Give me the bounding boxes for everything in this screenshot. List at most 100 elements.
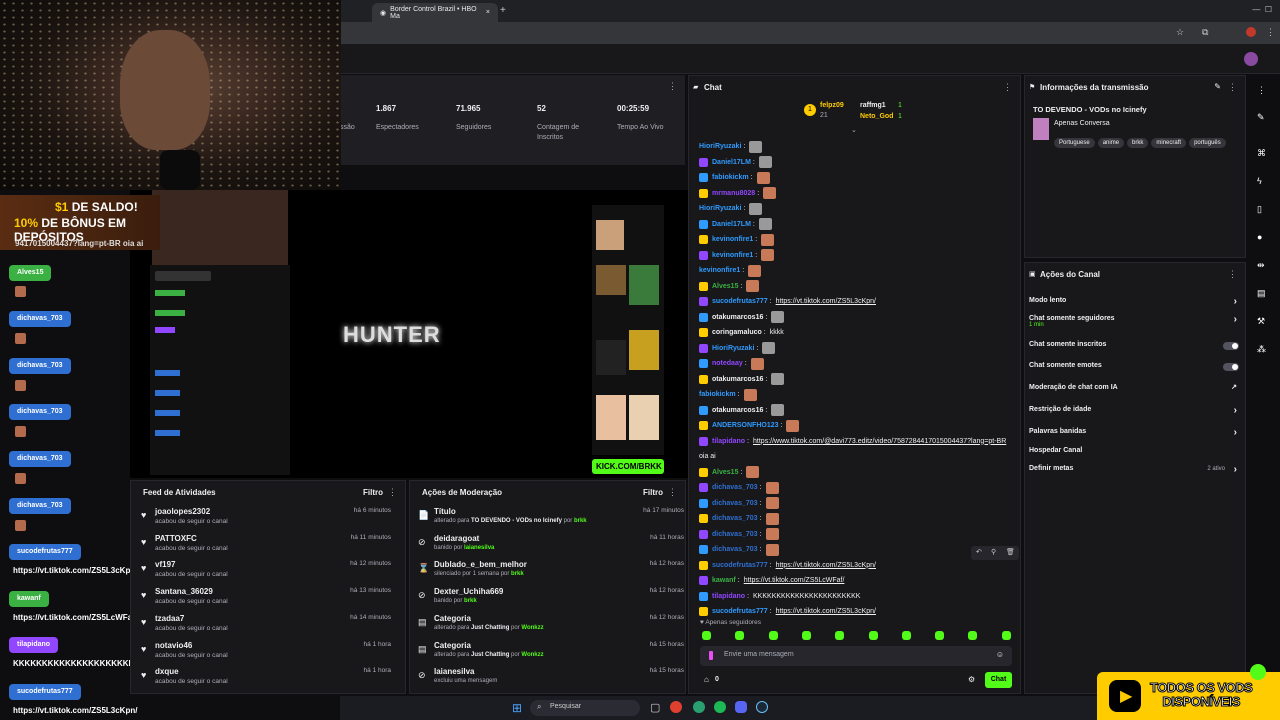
chat-message[interactable]: otakumarcos16: xyxy=(699,311,785,324)
chat-link[interactable]: https://vt.tiktok.com/ZS5L3cKpn/ xyxy=(776,298,876,305)
chat-username[interactable]: Daniel17LM xyxy=(712,221,751,228)
rail-layout-icon[interactable]: ▤ xyxy=(1257,288,1266,299)
chat-username[interactable]: fabiokickm xyxy=(699,391,736,398)
chat-username[interactable]: sucodefrutas777 xyxy=(712,608,768,615)
chat-message[interactable]: kevinonfire1: xyxy=(699,249,775,262)
activity-menu-icon[interactable]: ⋮ xyxy=(388,487,397,498)
rail-expand-icon[interactable]: ⇹ xyxy=(1257,260,1265,271)
spotify-icon[interactable] xyxy=(714,701,726,713)
discord-icon[interactable] xyxy=(735,701,747,713)
activity-filter-button[interactable]: Filtro xyxy=(363,488,383,497)
activity-feed-item[interactable]: ♥ tzadaa7 acabou de seguir o canal há 14 mi… xyxy=(141,614,391,640)
chat-username[interactable]: fabiokickm xyxy=(712,174,749,181)
profile-avatar[interactable] xyxy=(1246,27,1256,37)
chat-username[interactable]: HioriRyuzaki xyxy=(699,205,741,212)
emote-icon[interactable] xyxy=(835,631,845,640)
chat-message[interactable]: ANDERSONFHO123: xyxy=(699,419,800,432)
activity-feed-item[interactable]: ♥ notavio46 acabou de seguir o canal há 1 h… xyxy=(141,641,391,667)
gifter-name[interactable]: raffmg1 xyxy=(860,102,886,109)
chat-link[interactable]: https://www.tiktok.com/@davi773.editz/vi… xyxy=(753,438,1006,445)
toggle-switch[interactable] xyxy=(1223,363,1239,371)
taskbar-search[interactable]: ⌕ Pesquisar xyxy=(530,700,640,716)
mod-action-item[interactable]: 📄 Título alterado para TO DEVENDO - VODs n… xyxy=(418,507,684,533)
channel-action-row[interactable]: Restrição de idade › xyxy=(1029,405,1239,420)
stream-tag[interactable]: brkk xyxy=(1127,138,1149,148)
emote-icon[interactable] xyxy=(801,631,811,640)
chat-link[interactable]: https://vt.tiktok.com/ZS5L3cKpn/ xyxy=(776,562,876,569)
reply-icon[interactable]: ↶ xyxy=(976,548,982,556)
channel-action-row[interactable]: Modo lento › xyxy=(1029,296,1239,311)
emoji-icon[interactable]: ☺ xyxy=(996,650,1004,659)
rail-tools-icon[interactable]: ⌘ xyxy=(1257,148,1266,159)
stats-menu-icon[interactable]: ⋮ xyxy=(668,81,677,92)
rail-lightning-icon[interactable]: ϟ xyxy=(1257,176,1262,186)
chat-message[interactable]: kawanf: https://vt.tiktok.com/ZS5LcWFaf/ xyxy=(699,574,844,587)
chat-message[interactable]: fabiokickm: xyxy=(699,171,770,184)
chat-menu-icon[interactable]: ⋮ xyxy=(1003,82,1012,93)
chat-username[interactable]: tilapidano xyxy=(712,438,745,445)
chat-settings-icon[interactable]: ⚙ xyxy=(968,675,975,684)
stream-tag[interactable]: Portuguese xyxy=(1054,138,1095,148)
rail-pencil-icon[interactable]: ✎ xyxy=(1257,112,1265,123)
chat-username[interactable]: dichavas_703 xyxy=(712,515,758,522)
chat-username[interactable]: dichavas_703 xyxy=(712,546,758,553)
chat-username[interactable]: mrmanu8028 xyxy=(712,190,755,197)
chat-username[interactable]: kevinonfire1 xyxy=(712,252,753,259)
chat-link[interactable]: https://vt.tiktok.com/ZS5L3cKpn/ xyxy=(776,608,876,615)
chevron-down-icon[interactable]: ⌄ xyxy=(851,126,857,134)
menu-icon[interactable]: ⋮ xyxy=(1266,27,1275,38)
chat-message[interactable]: dichavas_703: xyxy=(699,512,779,525)
chat-message[interactable]: dichavas_703: xyxy=(699,481,779,494)
chat-username[interactable]: Alves15 xyxy=(712,283,738,290)
extensions-icon[interactable]: ⧉ xyxy=(1202,27,1208,38)
channel-action-row[interactable]: Hospedar Canal xyxy=(1029,447,1239,461)
chat-username[interactable]: ANDERSONFHO123 xyxy=(712,422,779,429)
activity-feed-item[interactable]: ♥ PATTOXFC acabou de seguir o canal há 11 m… xyxy=(141,534,391,560)
taskbar-app-icon[interactable]: ▢ xyxy=(650,701,660,714)
channel-actions-menu-icon[interactable]: ⋮ xyxy=(1228,269,1237,280)
emote-icon[interactable] xyxy=(735,631,745,640)
emote-icon[interactable] xyxy=(702,631,711,640)
window-controls[interactable]: — ☐ xyxy=(1252,5,1272,14)
mod-action-item[interactable]: ▤ Categoria alterado para Just Chatting po… xyxy=(418,614,684,640)
mod-action-item[interactable]: ⌛ Dublado_e_bem_melhor silenciado por 1 se… xyxy=(418,560,684,586)
chat-message[interactable]: sucodefrutas777: https://vt.tiktok.com/ZS… xyxy=(699,559,876,572)
mod-menu-icon[interactable]: ⋮ xyxy=(668,487,677,498)
activity-feed-item[interactable]: ♥ Santana_36029 acabou de seguir o canal há… xyxy=(141,587,391,613)
channel-action-row[interactable]: Definir metas 2 ativo › xyxy=(1029,464,1239,479)
chat-username[interactable]: tilapidano xyxy=(712,593,745,600)
chat-message[interactable]: sucodefrutas777: https://vt.tiktok.com/ZS… xyxy=(699,295,876,308)
edge-icon[interactable] xyxy=(693,701,705,713)
chat-message[interactable]: sucodefrutas777: https://vt.tiktok.com/ZS… xyxy=(699,605,876,618)
mod-action-item[interactable]: ⊘ laianesilva excluiu uma mensagem há 15 ho… xyxy=(418,667,684,693)
chat-message[interactable]: tilapidano: KKKKKKKKKKKKKKKKKKKKKKK xyxy=(699,590,860,603)
delete-icon[interactable]: 🗑 xyxy=(1006,548,1015,556)
mod-action-item[interactable]: ⊘ deidaragoat banido por laianesilva há 11 … xyxy=(418,534,684,560)
rail-document-icon[interactable]: ▯ xyxy=(1257,204,1262,215)
bookmark-star-icon[interactable]: ☆ xyxy=(1176,27,1184,38)
emote-icon[interactable] xyxy=(901,631,911,640)
chat-message[interactable]: Alves15: xyxy=(699,466,760,479)
rail-shapes-icon[interactable]: ⁂ xyxy=(1257,344,1266,355)
chat-message[interactable]: otakumarcos16: xyxy=(699,404,785,417)
chat-message[interactable]: dichavas_703: xyxy=(699,497,779,510)
chat-username[interactable]: dichavas_703 xyxy=(712,531,758,538)
chat-message[interactable]: Daniel17LM: xyxy=(699,156,772,169)
gifter-name[interactable]: Neto_God xyxy=(860,113,893,120)
chat-username[interactable]: sucodefrutas777 xyxy=(712,562,768,569)
chat-send-button[interactable]: Chat xyxy=(985,672,1012,688)
channel-action-row[interactable]: Palavras banidas › xyxy=(1029,427,1239,442)
chat-message[interactable]: kevinonfire1: xyxy=(699,233,775,246)
activity-feed-item[interactable]: ♥ vf197 acabou de seguir o canal há 12 minu… xyxy=(141,560,391,586)
chat-message[interactable]: dichavas_703: xyxy=(699,543,779,556)
gifter-name[interactable]: felpz09 xyxy=(820,102,844,109)
chat-message[interactable]: notedaay: xyxy=(699,357,764,370)
chat-username[interactable]: coringamaluco xyxy=(712,329,762,336)
channel-action-row[interactable]: Chat somente emotes xyxy=(1029,362,1239,376)
chat-username[interactable]: notedaay xyxy=(712,360,743,367)
toggle-switch[interactable] xyxy=(1223,342,1239,350)
chat-username[interactable]: HioriRyuzaki xyxy=(712,345,754,352)
chat-message[interactable]: oia ai xyxy=(699,450,716,463)
chat-message[interactable]: HioriRyuzaki: xyxy=(699,202,763,215)
chat-message[interactable]: fabiokickm: xyxy=(699,388,757,401)
